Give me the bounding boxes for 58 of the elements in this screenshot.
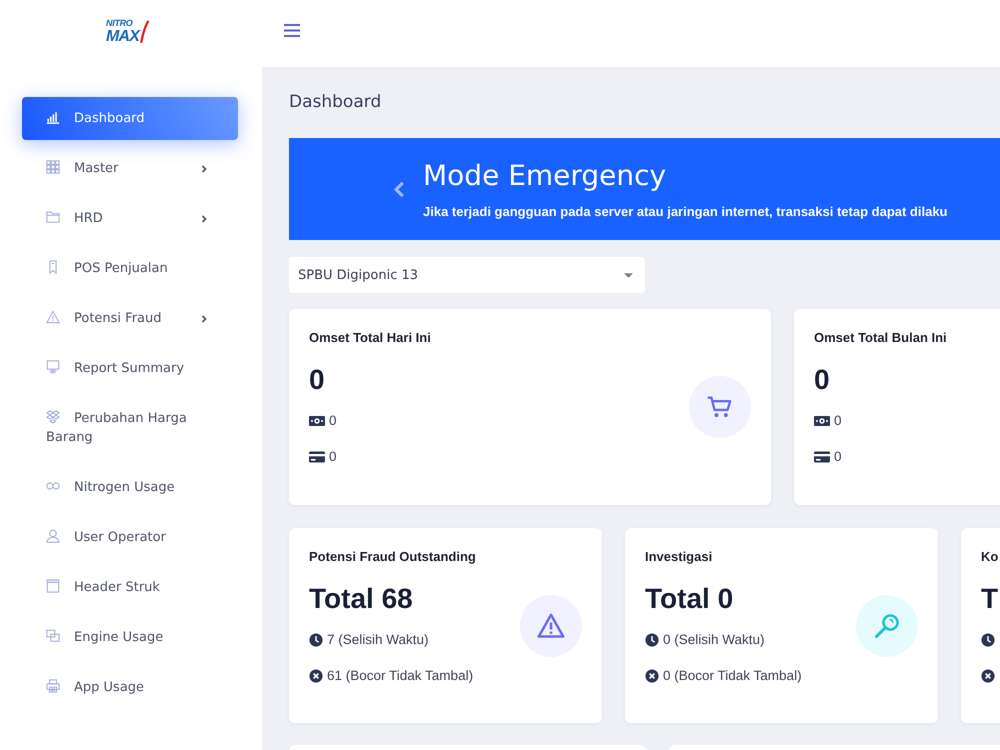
- warning-icon: [46, 310, 60, 324]
- banknote-icon: [814, 413, 830, 429]
- stat-text: 0: [834, 412, 842, 430]
- sidebar-item[interactable]: POS Penjualan: [22, 247, 238, 290]
- stat-text: 0 (Selisih Waktu): [663, 631, 765, 649]
- bar-chart-icon: [46, 110, 60, 124]
- card-value: T: [981, 582, 998, 616]
- card-title: Ko: [981, 549, 998, 565]
- card-value: 0: [309, 363, 325, 397]
- sidebar-item[interactable]: Potensi Fraud: [22, 297, 238, 340]
- credit-card-icon: [814, 449, 830, 465]
- card-title: Omset Total Bulan Ini: [814, 330, 947, 346]
- card-title: Potensi Fraud Outstanding: [309, 549, 476, 565]
- card-value: Total 0: [645, 582, 734, 616]
- sidebar-item[interactable]: Nitrogen Usage: [22, 466, 238, 509]
- stat-text: 0: [329, 448, 337, 466]
- x-circle-icon: [981, 669, 995, 683]
- chevron-left-icon[interactable]: [393, 180, 405, 198]
- sidebar-item[interactable]: Dashboard: [22, 97, 238, 140]
- menu-icon[interactable]: [284, 24, 300, 36]
- folder-icon: [46, 210, 60, 224]
- sidebar-item[interactable]: Engine Usage: [22, 616, 238, 659]
- printer-icon: [46, 679, 60, 693]
- overlapping-windows-icon: [46, 629, 60, 643]
- card-value: Total 68: [309, 582, 413, 616]
- stat-text: 7 (Selisih Waktu): [327, 631, 429, 649]
- logo[interactable]: NITRO MAX: [106, 19, 150, 47]
- grid-icon: [46, 160, 60, 174]
- page-title: Dashboard: [289, 91, 382, 113]
- stat-text: 61 (Bocor Tidak Tambal): [327, 667, 474, 685]
- clock-icon: [645, 633, 659, 647]
- stat-text: 0 (Bocor Tidak Tambal): [663, 667, 802, 685]
- window-icon: [46, 579, 60, 593]
- stat-text: 0: [834, 448, 842, 466]
- banner-message: Jika terjadi gangguan pada server atau jaringan internet, transaksi tetap dapat dilaku: [423, 202, 948, 220]
- sidebar-item[interactable]: User Operator: [22, 516, 238, 559]
- card-value: 0: [814, 363, 830, 397]
- sidebar-item[interactable]: Master: [22, 147, 238, 190]
- x-circle-icon: [645, 669, 659, 683]
- sidebar-item[interactable]: HRD: [22, 197, 238, 240]
- sidebar-item[interactable]: App Usage: [22, 666, 238, 709]
- credit-card-icon: [309, 449, 325, 465]
- stat-text: 0: [329, 412, 337, 430]
- caret-down-icon: [624, 272, 633, 278]
- sidebar-item[interactable]: Header Struk: [22, 566, 238, 609]
- sidebar-item[interactable]: Perubahan Harga Barang: [22, 397, 238, 459]
- boxes-icon: [46, 410, 60, 424]
- card-title: Omset Total Hari Ini: [309, 330, 431, 346]
- card-title: Investigasi: [645, 549, 712, 565]
- user-icon: [46, 529, 60, 543]
- clock-icon: [981, 633, 995, 647]
- x-circle-icon: [309, 669, 323, 683]
- clock-icon: [309, 633, 323, 647]
- banknote-icon: [309, 413, 325, 429]
- banner-title: Mode Emergency: [423, 158, 666, 194]
- sidebar-item[interactable]: Report Summary: [22, 347, 238, 390]
- station-select[interactable]: SPBU Digiponic 13: [289, 257, 645, 293]
- monitor-icon: [46, 360, 60, 374]
